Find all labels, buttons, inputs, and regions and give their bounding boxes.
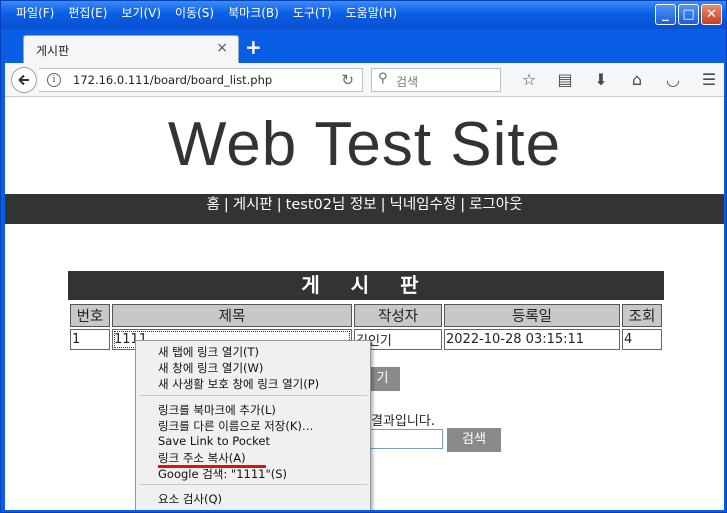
download-icon[interactable]: ⬇ bbox=[583, 68, 619, 92]
window-controls: _ □ ✕ bbox=[655, 4, 722, 25]
star-icon[interactable]: ☆ bbox=[511, 68, 547, 92]
search-result-text: 결과입니다. bbox=[371, 414, 435, 429]
tab-close-icon[interactable]: × bbox=[216, 40, 228, 56]
menu-bookmarks[interactable]: 북마크(B) bbox=[221, 4, 286, 22]
reload-icon[interactable]: ↻ bbox=[341, 71, 354, 89]
ctx-bookmark-link[interactable]: 링크를 북마크에 추가(L) bbox=[158, 402, 276, 418]
tab-title: 게시판 bbox=[36, 44, 70, 58]
menu-tools[interactable]: 도구(T) bbox=[286, 4, 339, 22]
col-number: 번호 bbox=[70, 304, 110, 327]
ctx-save-link-as[interactable]: 링크를 다른 이름으로 저장(K)… bbox=[158, 418, 313, 434]
new-tab-icon[interactable]: + bbox=[245, 35, 262, 59]
context-menu: 새 탭에 링크 열기(T) 새 창에 링크 열기(W) 새 사생활 보호 창에 … bbox=[135, 340, 371, 510]
ctx-open-new-window[interactable]: 새 창에 링크 열기(W) bbox=[158, 360, 263, 376]
col-date: 등록일 bbox=[444, 304, 620, 327]
minimize-button[interactable]: _ bbox=[655, 4, 676, 25]
tab-strip: 게시판 × + bbox=[5, 29, 724, 63]
cell-number: 1 bbox=[70, 329, 110, 350]
title-bar: 파일(F) 편집(E) 보기(V) 이동(S) 북마크(B) 도구(T) 도움말… bbox=[1, 1, 726, 29]
toolbar-icons: ☆ ▤ ⬇ ⌂ ◡ ☰ bbox=[511, 68, 727, 92]
info-icon[interactable]: i bbox=[47, 73, 61, 87]
search-box[interactable]: ⚲ 검색 bbox=[371, 68, 501, 92]
board-search-button[interactable]: 검색 bbox=[447, 428, 501, 452]
home-icon[interactable]: ⌂ bbox=[619, 68, 655, 92]
page-content: Web Test Site 홈 | 게시판 | test02님 정보 | 닉네임수정 | 로그아… bbox=[5, 97, 724, 510]
ctx-save-to-pocket[interactable]: Save Link to Pocket bbox=[158, 434, 270, 448]
ctx-copy-link-address[interactable]: 링크 주소 복사(A) bbox=[158, 450, 246, 466]
ctx-google-search[interactable]: Google 검색: "1111"(S) bbox=[158, 466, 287, 482]
write-button-label: 기 bbox=[376, 371, 389, 386]
menu-edit[interactable]: 편집(E) bbox=[61, 4, 114, 22]
ctx-divider bbox=[139, 395, 367, 396]
reading-list-icon[interactable]: ▤ bbox=[547, 68, 583, 92]
menu-bar: 파일(F) 편집(E) 보기(V) 이동(S) 북마크(B) 도구(T) 도움말… bbox=[9, 4, 404, 22]
board-heading: 게 시 판 bbox=[68, 271, 664, 300]
maximize-button[interactable]: □ bbox=[678, 4, 699, 25]
menu-file[interactable]: 파일(F) bbox=[9, 4, 61, 22]
ctx-inspect-element[interactable]: 요소 검사(Q) bbox=[158, 491, 222, 507]
pocket-icon[interactable]: ◡ bbox=[655, 68, 691, 92]
menu-icon[interactable]: ☰ bbox=[691, 68, 727, 92]
nav-logout[interactable]: 로그아웃 bbox=[469, 197, 522, 213]
tab-board[interactable]: 게시판 × bbox=[23, 35, 239, 63]
site-title: Web Test Site bbox=[167, 110, 562, 179]
col-views: 조회 bbox=[622, 304, 662, 327]
close-window-button[interactable]: ✕ bbox=[701, 4, 722, 25]
board-search-input[interactable] bbox=[369, 429, 443, 449]
site-nav: 홈 | 게시판 | test02님 정보 | 닉네임수정 | 로그아웃 bbox=[5, 194, 724, 224]
menu-help[interactable]: 도움말(H) bbox=[339, 4, 405, 22]
back-arrow-icon bbox=[18, 74, 29, 86]
menu-go[interactable]: 이동(S) bbox=[168, 4, 221, 22]
nav-user-info[interactable]: test02님 정보 bbox=[286, 197, 377, 213]
browser-window: 파일(F) 편집(E) 보기(V) 이동(S) 북마크(B) 도구(T) 도움말… bbox=[0, 0, 727, 513]
col-author: 작성자 bbox=[354, 304, 442, 327]
url-text: 172.16.0.111/board/board_list.php bbox=[73, 73, 273, 87]
nav-home[interactable]: 홈 bbox=[207, 197, 220, 213]
cell-date: 2022-10-28 03:15:11 bbox=[444, 329, 620, 350]
search-icon: ⚲ bbox=[378, 71, 388, 86]
ctx-divider bbox=[139, 484, 367, 485]
url-bar[interactable]: i 172.16.0.111/board/board_list.php ↻ bbox=[39, 68, 363, 92]
ctx-open-new-tab[interactable]: 새 탭에 링크 열기(T) bbox=[158, 344, 259, 360]
table-header-row: 번호 제목 작성자 등록일 조회 bbox=[70, 304, 662, 327]
search-placeholder: 검색 bbox=[396, 75, 419, 89]
nav-board[interactable]: 게시판 bbox=[233, 197, 273, 213]
menu-view[interactable]: 보기(V) bbox=[114, 4, 168, 22]
ctx-open-private-window[interactable]: 새 사생활 보호 창에 링크 열기(P) bbox=[158, 376, 319, 392]
col-title: 제목 bbox=[112, 304, 352, 327]
cell-views: 4 bbox=[622, 329, 662, 350]
nav-edit-nickname[interactable]: 닉네임수정 bbox=[390, 197, 457, 213]
back-button[interactable] bbox=[11, 67, 37, 93]
navigation-toolbar: i 172.16.0.111/board/board_list.php ↻ ⚲ … bbox=[5, 63, 724, 97]
